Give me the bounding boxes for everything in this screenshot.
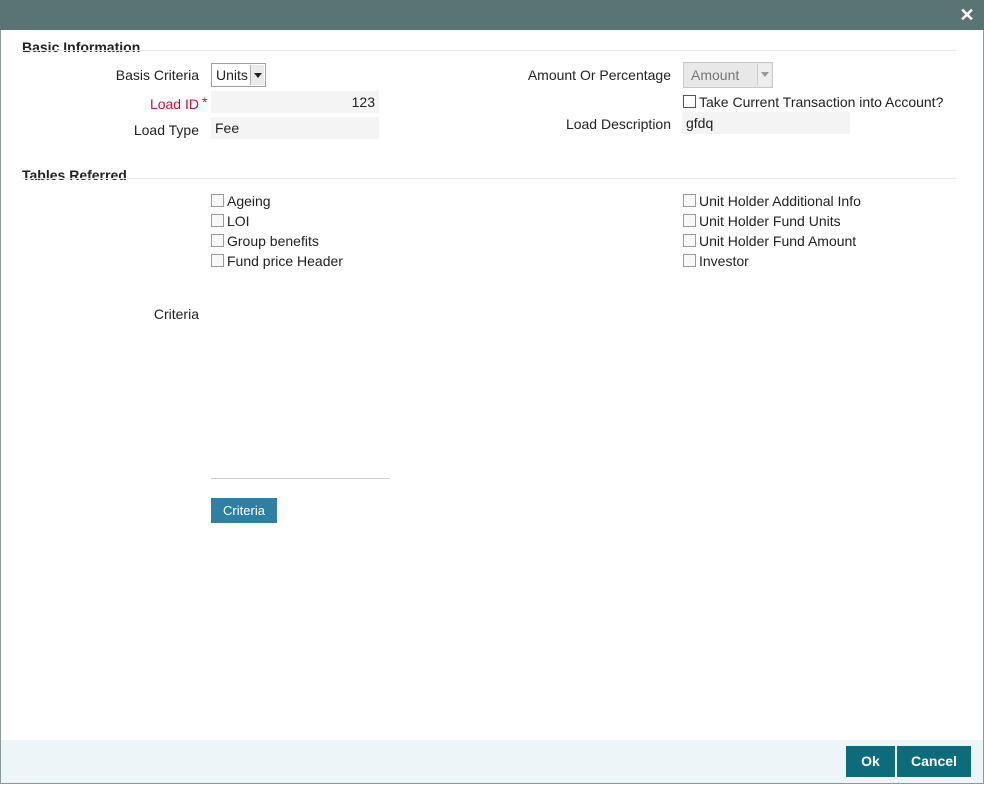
take-current-transaction-checkbox[interactable] [683,94,696,108]
dialog-frame [0,30,984,784]
load-type-value: Fee [215,120,240,136]
amount-or-percentage-select[interactable]: Amount [683,62,773,88]
dialog-footer [1,740,983,783]
basis-criteria-select[interactable]: Units [211,63,266,87]
section-divider [22,50,956,51]
load-id-label-text: Load ID [149,96,199,112]
close-icon[interactable]: ✕ [956,4,978,26]
load-type-field[interactable]: Fee [211,117,379,139]
checkbox-label: Unit Holder Fund Amount [699,233,857,249]
load-id-label: Load ID * [60,94,208,112]
load-description-field[interactable]: gfdq [682,112,850,134]
amount-or-percentage-value: Amount [691,67,740,83]
window-titlebar: ✕ [0,0,984,30]
checkbox-label: LOI [227,213,250,229]
table-checkbox-unit-holder-fund-units[interactable]: Unit Holder Fund Units [683,212,841,230]
chevron-down-icon[interactable] [757,64,771,86]
basis-criteria-label: Basis Criteria [115,67,199,83]
table-checkbox-group-benefits[interactable]: Group benefits [211,232,319,250]
take-current-transaction-label: Take Current Transaction into Account? [699,94,944,110]
chevron-down-icon[interactable] [250,65,264,85]
checkbox[interactable] [211,233,224,247]
table-checkbox-loi[interactable]: LOI [211,212,250,230]
checkbox[interactable] [683,233,696,247]
ok-button[interactable]: Ok [846,746,895,777]
checkbox-label: Fund price Header [227,253,343,269]
section-title-basic-information: Basic Information [22,39,141,55]
checkbox-label: Unit Holder Additional Info [699,193,861,209]
required-marker: * [202,94,208,110]
table-checkbox-unit-holder-fund-amount[interactable]: Unit Holder Fund Amount [683,232,856,250]
criteria-textarea[interactable] [211,299,390,479]
load-id-value: 123 [351,94,375,110]
amount-or-percentage-label: Amount Or Percentage [527,67,671,83]
checkbox-label: Ageing [227,193,271,209]
table-checkbox-investor[interactable]: Investor [683,252,749,270]
section-divider [22,178,956,179]
table-checkbox-fund-price-header[interactable]: Fund price Header [211,252,343,270]
checkbox[interactable] [211,193,224,207]
basis-criteria-value: Units [216,67,248,83]
checkbox[interactable] [211,253,224,267]
criteria-label: Criteria [153,306,199,322]
checkbox[interactable] [211,213,224,227]
take-current-transaction-checkbox-row[interactable]: Take Current Transaction into Account? [683,93,943,111]
checkbox-label: Investor [699,253,749,269]
load-description-value: gfdq [686,115,714,131]
criteria-button[interactable]: Criteria [211,498,277,523]
table-checkbox-unit-holder-additional-info[interactable]: Unit Holder Additional Info [683,192,861,210]
cancel-button[interactable]: Cancel [897,746,971,777]
load-id-field[interactable]: 123 [211,91,379,113]
section-title-tables-referred: Tables Referred [22,167,127,183]
load-description-label: Load Description [565,116,671,132]
load-type-label: Load Type [133,122,199,138]
checkbox[interactable] [683,193,696,207]
table-checkbox-ageing[interactable]: Ageing [211,192,271,210]
checkbox[interactable] [683,253,696,267]
checkbox-label: Unit Holder Fund Units [699,213,841,229]
checkbox[interactable] [683,213,696,227]
checkbox-label: Group benefits [227,233,319,249]
